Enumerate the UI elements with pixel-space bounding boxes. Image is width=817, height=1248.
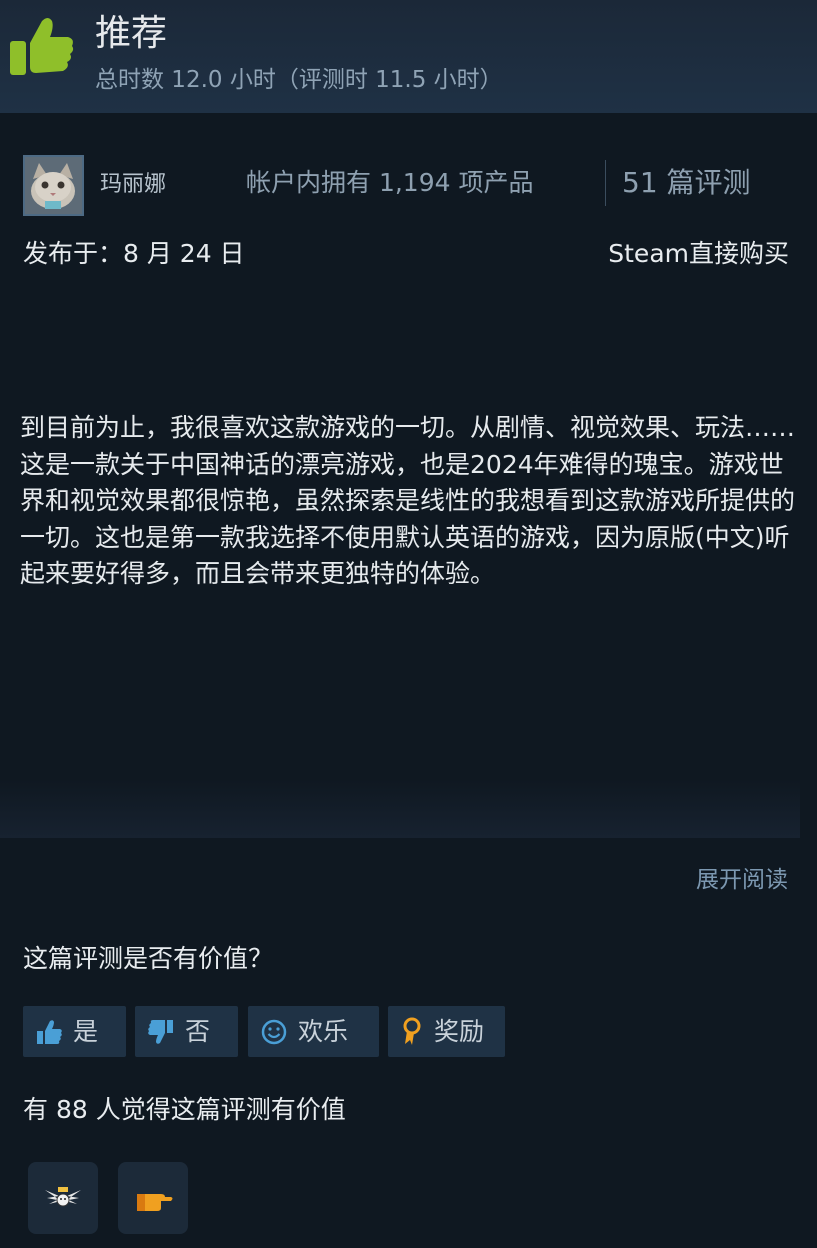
cat-avatar-image: [25, 157, 82, 214]
text-fade-overlay: [0, 780, 800, 838]
vote-funny-label: 欢乐: [298, 1016, 349, 1046]
vote-yes-label: 是: [73, 1016, 99, 1046]
vote-no-label: 否: [185, 1016, 211, 1046]
award-badge-pointing[interactable]: [118, 1162, 188, 1234]
vote-yes-button[interactable]: 是: [23, 1006, 126, 1057]
thumbs-up-icon: [10, 18, 74, 75]
thumbs-down-icon: [148, 1019, 173, 1044]
smiley-icon: [261, 1019, 287, 1044]
vote-funny-button[interactable]: 欢乐: [248, 1006, 379, 1057]
winged-award-icon: [45, 1187, 81, 1207]
helpful-count: 有 88 人觉得这篇评测有价值: [23, 1095, 346, 1124]
divider: [605, 160, 606, 206]
vote-no-button[interactable]: 否: [135, 1006, 238, 1057]
award-button[interactable]: 奖励: [388, 1006, 505, 1057]
award-ribbon-icon: [403, 1017, 421, 1045]
author-name[interactable]: 玛丽娜: [100, 170, 166, 200]
products-owned[interactable]: 帐户内拥有 1,194 项产品: [246, 166, 533, 200]
review-header: 推荐 总时数 12.0 小时（评测时 11.5 小时）: [0, 0, 817, 113]
posted-date: 发布于：8 月 24 日: [23, 239, 245, 268]
award-label: 奖励: [434, 1016, 485, 1046]
review-count[interactable]: 51 篇评测: [622, 164, 751, 202]
award-badge-winged[interactable]: [28, 1162, 98, 1234]
pointing-hand-award-icon: [137, 1194, 173, 1211]
purchase-type: Steam直接购买: [608, 239, 789, 268]
helpful-question: 这篇评测是否有价值？: [23, 944, 274, 973]
thumbs-up-icon: [37, 1019, 62, 1044]
review-body: 到目前为止，我很喜欢这款游戏的一切。从剧情、视觉效果、玩法……这是一款关于中国神…: [20, 413, 796, 588]
playtime-hours: 总时数 12.0 小时（评测时 11.5 小时）: [95, 67, 503, 93]
recommendation-label: 推荐: [95, 13, 168, 54]
expand-read-link[interactable]: 展开阅读: [696, 864, 788, 896]
avatar[interactable]: [23, 155, 84, 216]
